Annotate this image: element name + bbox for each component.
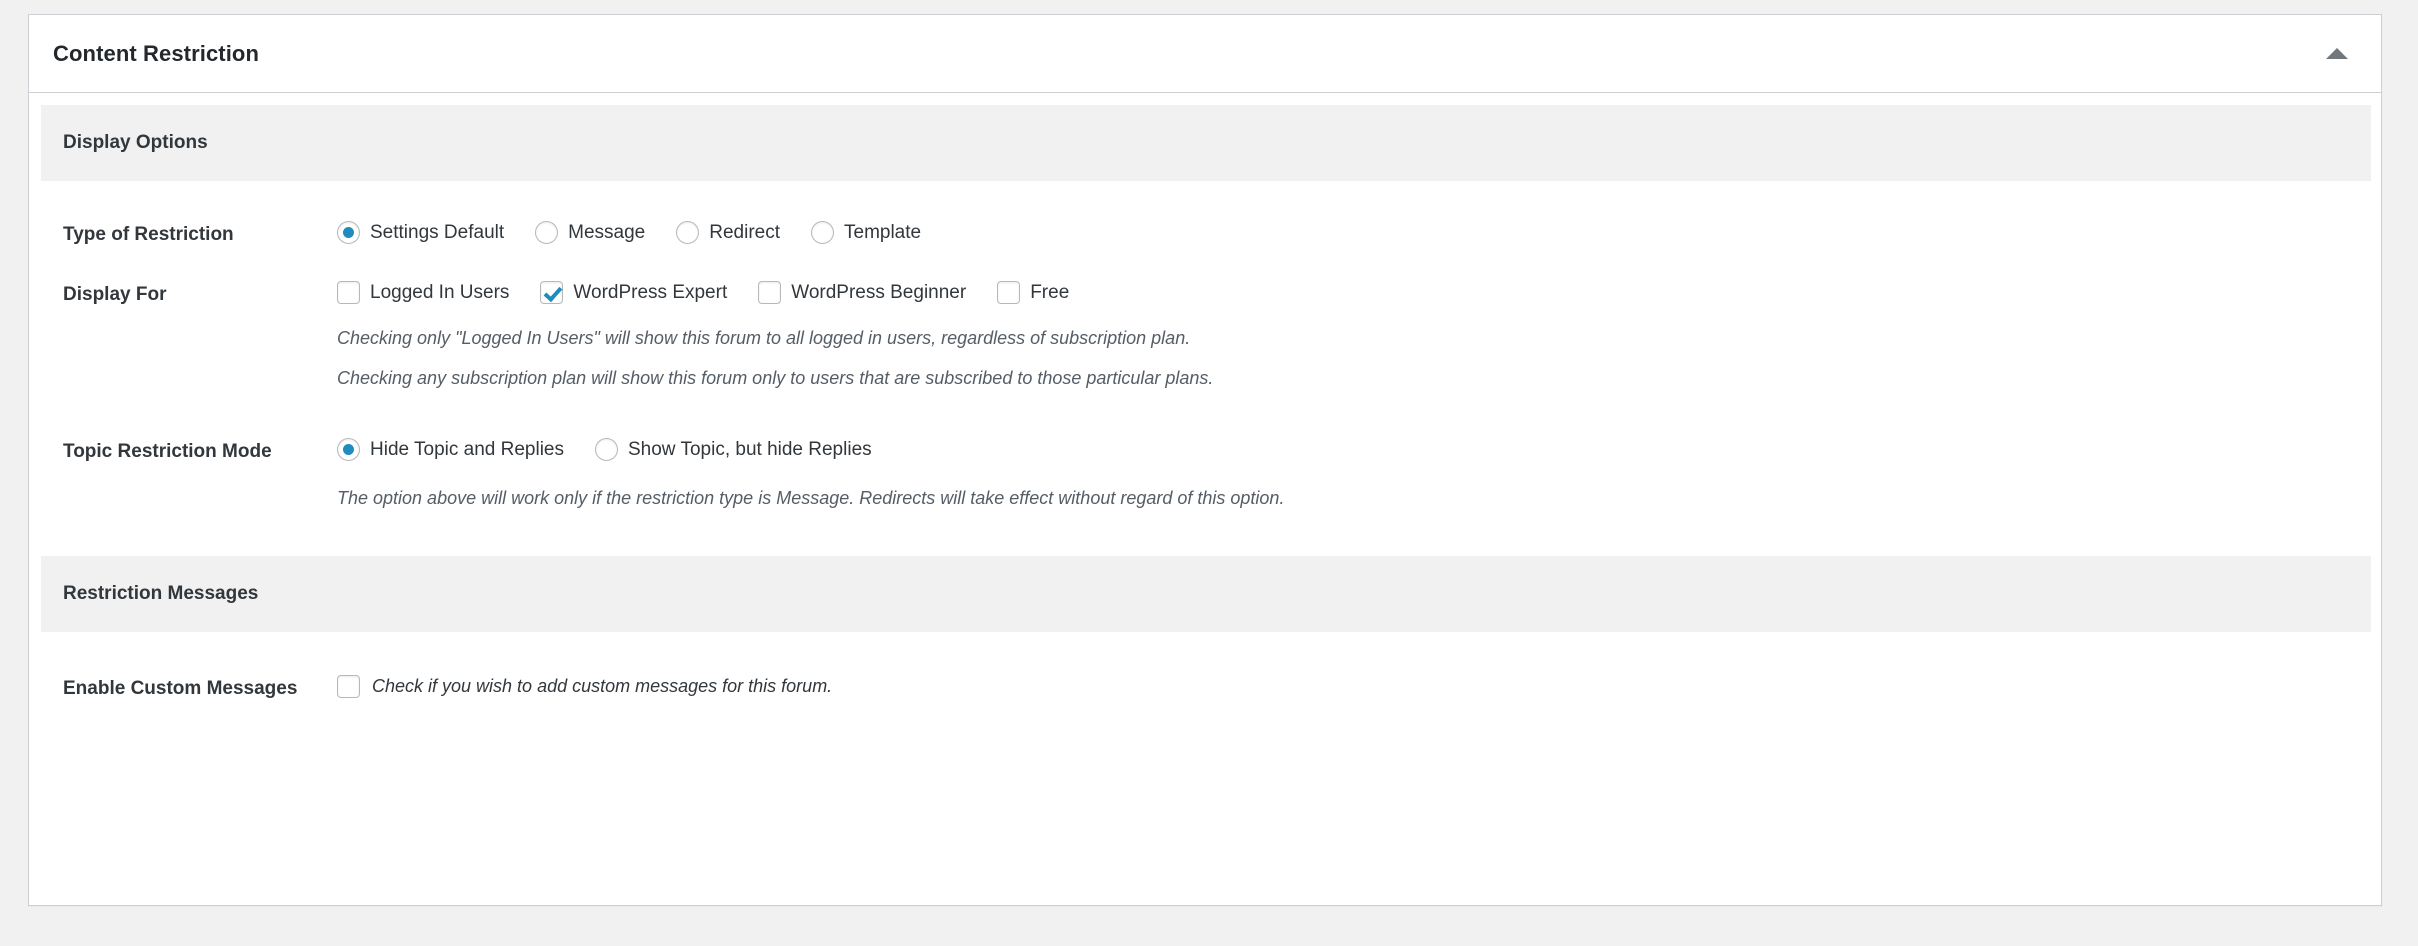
field-control: Settings Default Message Redirect: [337, 221, 2369, 244]
radio-option-template[interactable]: Template: [811, 221, 921, 244]
section-header-display-options: Display Options: [41, 105, 2371, 181]
radio-icon[interactable]: [535, 221, 558, 244]
radio-label: Redirect: [709, 223, 780, 242]
checkbox-label: Logged In Users: [370, 283, 509, 302]
radio-group-type-of-restriction: Settings Default Message Redirect: [337, 221, 2369, 244]
checkbox-icon[interactable]: [337, 281, 360, 304]
radio-icon[interactable]: [337, 438, 360, 461]
checkbox-group-display-for: Logged In Users WordPress Expert WordPre…: [337, 281, 2369, 304]
checkbox-checked-icon[interactable]: [540, 281, 563, 304]
checkbox-option-wordpress-beginner[interactable]: WordPress Beginner: [758, 281, 966, 304]
checkbox-option-free[interactable]: Free: [997, 281, 1069, 304]
radio-group-topic-restriction-mode: Hide Topic and Replies Show Topic, but h…: [337, 438, 2369, 461]
field-label: Type of Restriction: [63, 221, 337, 247]
caret-up-glyph: [2326, 48, 2348, 59]
section-title: Display Options: [41, 132, 208, 154]
checkbox-label: Free: [1030, 283, 1069, 302]
radio-icon[interactable]: [595, 438, 618, 461]
caret-up-icon[interactable]: [2319, 36, 2355, 72]
field-control: Hide Topic and Replies Show Topic, but h…: [337, 438, 2369, 510]
field-enable-custom-messages: Enable Custom Messages Check if you wish…: [41, 675, 2369, 703]
radio-label: Show Topic, but hide Replies: [628, 440, 872, 459]
radio-icon[interactable]: [337, 221, 360, 244]
field-control: Logged In Users WordPress Expert WordPre…: [337, 281, 2369, 390]
radio-label: Settings Default: [370, 223, 504, 242]
field-control: Check if you wish to add custom messages…: [337, 675, 2369, 703]
restriction-messages-fields: Enable Custom Messages Check if you wish…: [29, 675, 2381, 703]
metabox-header[interactable]: Content Restriction: [29, 15, 2381, 93]
radio-icon[interactable]: [676, 221, 699, 244]
help-text: Checking only "Logged In Users" will sho…: [337, 328, 2369, 350]
page-title: Content Restriction: [29, 41, 259, 67]
topic-restriction-mode-help: The option above will work only if the r…: [337, 488, 2369, 510]
checkbox-option-logged-in-users[interactable]: Logged In Users: [337, 281, 509, 304]
radio-option-message[interactable]: Message: [535, 221, 645, 244]
field-display-for: Display For Logged In Users WordPress Ex…: [41, 281, 2369, 390]
field-type-of-restriction: Type of Restriction Settings Default Mes…: [41, 221, 2369, 247]
help-text: Checking any subscription plan will show…: [337, 368, 2369, 390]
checkbox-option-wordpress-expert[interactable]: WordPress Expert: [540, 281, 727, 304]
checkbox-icon[interactable]: [758, 281, 781, 304]
checkbox-inline-help: Check if you wish to add custom messages…: [372, 677, 832, 695]
field-label: Enable Custom Messages: [63, 675, 337, 701]
field-label: Display For: [63, 281, 337, 307]
radio-label: Template: [844, 223, 921, 242]
metabox-body: Display Options Type of Restriction Sett…: [29, 105, 2381, 703]
radio-option-settings-default[interactable]: Settings Default: [337, 221, 504, 244]
radio-label: Message: [568, 223, 645, 242]
section-title: Restriction Messages: [41, 583, 258, 605]
checkbox-option-enable-custom-messages[interactable]: Check if you wish to add custom messages…: [337, 675, 832, 698]
help-text: The option above will work only if the r…: [337, 488, 2369, 510]
radio-option-hide-topic-and-replies[interactable]: Hide Topic and Replies: [337, 438, 564, 461]
checkbox-label: WordPress Expert: [573, 283, 727, 302]
radio-label: Hide Topic and Replies: [370, 440, 564, 459]
field-label: Topic Restriction Mode: [63, 438, 337, 464]
checkbox-label: WordPress Beginner: [791, 283, 966, 302]
content-restriction-metabox: Content Restriction Display Options Type…: [28, 14, 2382, 906]
radio-option-show-topic-hide-replies[interactable]: Show Topic, but hide Replies: [595, 438, 872, 461]
section-header-restriction-messages: Restriction Messages: [41, 556, 2371, 632]
display-options-fields: Type of Restriction Settings Default Mes…: [29, 221, 2381, 510]
radio-icon[interactable]: [811, 221, 834, 244]
radio-option-redirect[interactable]: Redirect: [676, 221, 780, 244]
checkbox-icon[interactable]: [337, 675, 360, 698]
display-for-help: Checking only "Logged In Users" will sho…: [337, 328, 2369, 390]
field-topic-restriction-mode: Topic Restriction Mode Hide Topic and Re…: [41, 438, 2369, 510]
checkbox-icon[interactable]: [997, 281, 1020, 304]
